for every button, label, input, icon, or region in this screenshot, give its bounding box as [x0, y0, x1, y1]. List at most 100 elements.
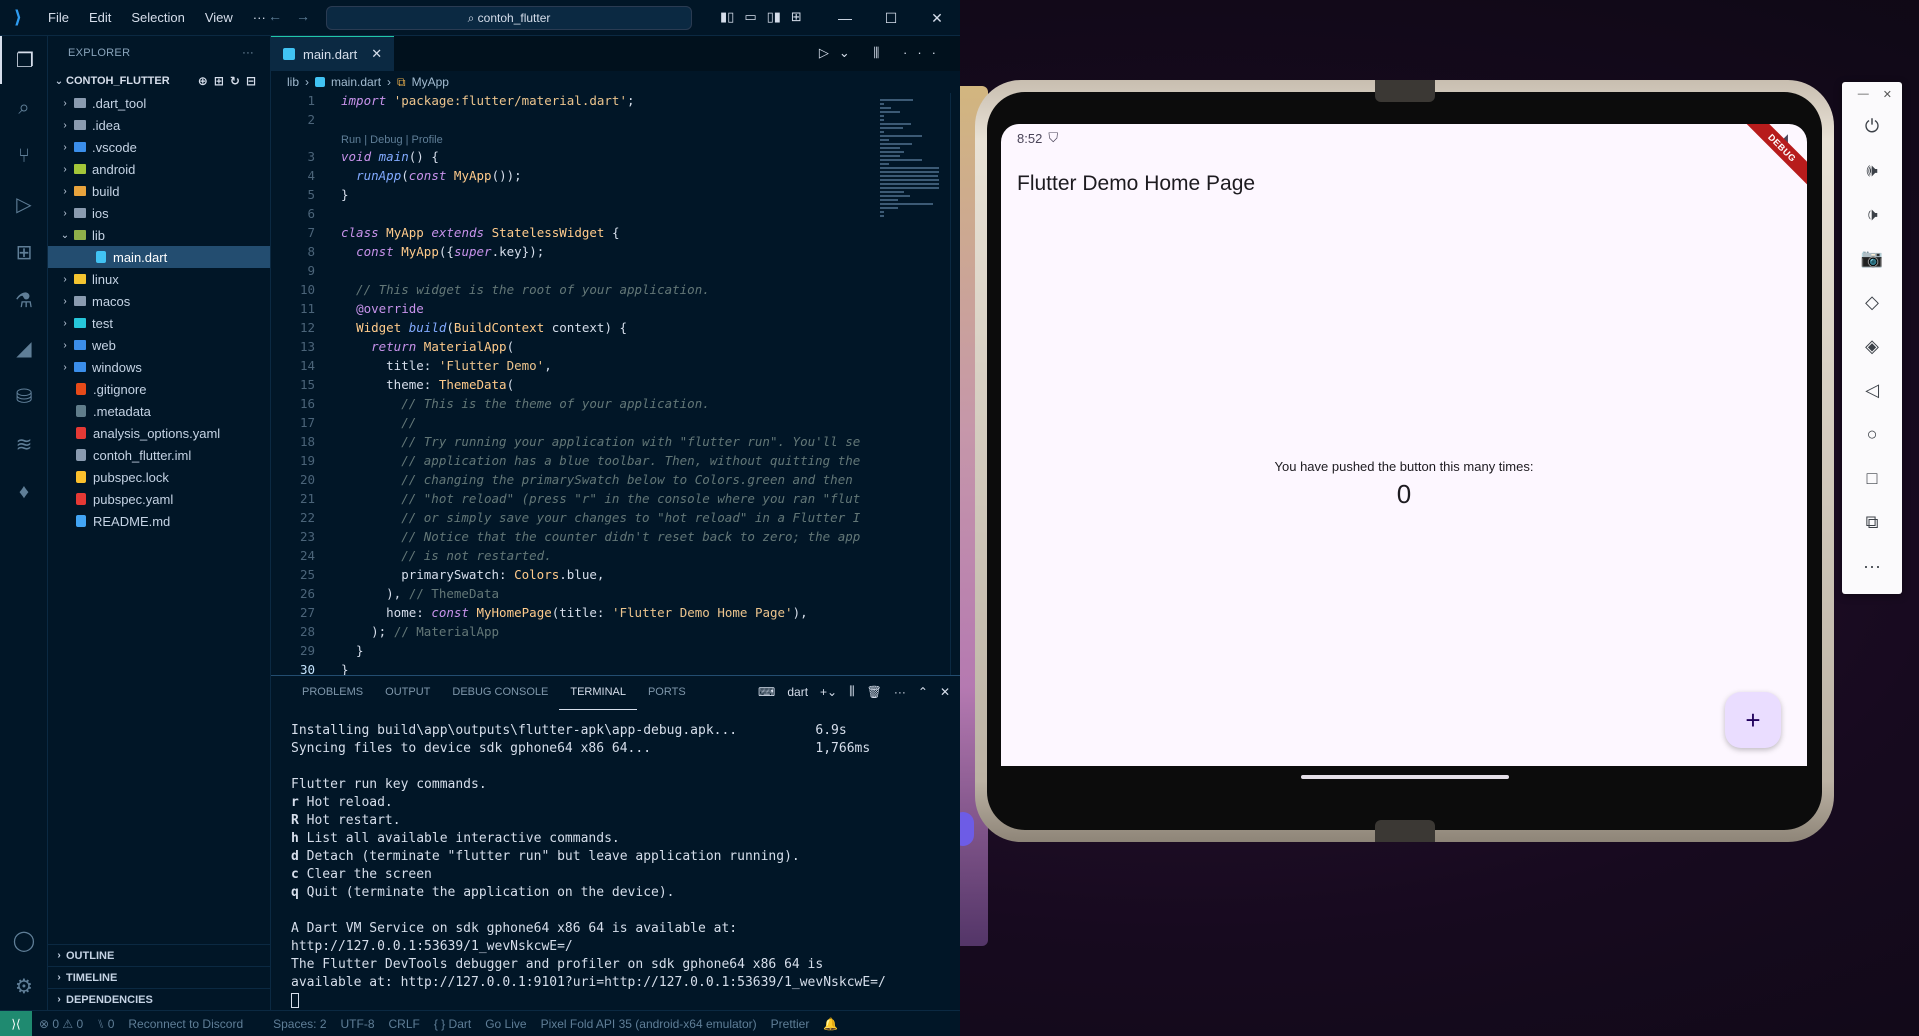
ports-count[interactable]: ⑊ 0 [90, 1017, 121, 1031]
project-root[interactable]: ⌄ CONTOH_FLUTTER ⊕⊞↻⊟ [48, 70, 270, 92]
code-line[interactable]: 5} [271, 187, 886, 206]
database-icon[interactable]: ⛁ [0, 372, 48, 420]
settings-gear-icon[interactable]: ⚙ [0, 962, 48, 1010]
layers-icon[interactable]: ≋ [0, 420, 48, 468]
home-icon[interactable]: ○ [1842, 412, 1902, 456]
code-line[interactable]: 9 [271, 263, 886, 282]
code-line[interactable]: 22 // or simply save your changes to "ho… [271, 510, 886, 529]
tree-file[interactable]: analysis_options.yaml [48, 422, 270, 444]
close-icon[interactable]: ✕ [1883, 88, 1892, 104]
go-live[interactable]: Go Live [478, 1017, 533, 1031]
customize-layout-icon[interactable]: ⊞ [791, 9, 802, 25]
terminal-output[interactable]: Installing build\app\outputs\flutter-apk… [291, 722, 941, 1010]
tree-folder[interactable]: › android [48, 158, 270, 180]
code-line[interactable]: 26 ), // ThemeData [271, 586, 886, 605]
tab-problems[interactable]: PROBLEMS [291, 676, 374, 709]
source-control-icon[interactable]: ⑂ [0, 132, 48, 180]
tree-file[interactable]: pubspec.lock [48, 466, 270, 488]
code-line[interactable]: 21 // "hot reload" (press "r" in the con… [271, 491, 886, 510]
code-line[interactable]: 23 // Notice that the counter didn't res… [271, 529, 886, 548]
code-line[interactable]: 28 ); // MaterialApp [271, 624, 886, 643]
code-editor[interactable]: 1 import 'package:flutter/material.dart';… [271, 93, 886, 675]
tree-folder[interactable]: › .vscode [48, 136, 270, 158]
code-line[interactable]: 24 // is not restarted. [271, 548, 886, 567]
encoding[interactable]: UTF-8 [334, 1017, 382, 1031]
nav-arrows[interactable]: ←→ [268, 8, 324, 24]
mongodb-leaf-icon[interactable]: ♦ [0, 468, 48, 516]
editor-actions[interactable]: ▷⌄ ⫼ ··· [819, 45, 946, 61]
testing-icon[interactable]: ⚗ [0, 276, 48, 324]
tree-folder[interactable]: ⌄ lib [48, 224, 270, 246]
increment-button[interactable]: + [1725, 692, 1781, 748]
code-line[interactable]: 12 Widget build(BuildContext context) { [271, 320, 886, 339]
code-line[interactable]: 8 const MyApp({super.key}); [271, 244, 886, 263]
tree-folder[interactable]: › linux [48, 268, 270, 290]
code-line[interactable]: 27 home: const MyHomePage(title: 'Flutte… [271, 605, 886, 624]
menu-file[interactable]: File [38, 0, 79, 36]
editor-scrollbar[interactable] [950, 93, 960, 675]
home-gesture-pill[interactable] [1301, 775, 1509, 779]
minimize-icon[interactable]: — [1858, 88, 1869, 104]
explorer-icon[interactable]: ❐ [0, 36, 48, 84]
remote-icon[interactable]: ⟩⟨ [0, 1010, 32, 1036]
code-line[interactable]: 30} [271, 662, 886, 675]
code-line[interactable]: 16 // This is the theme of your applicat… [271, 396, 886, 415]
terminal-name[interactable]: dart [787, 685, 808, 699]
tree-folder[interactable]: › build [48, 180, 270, 202]
maximize-icon[interactable]: ☐ [868, 0, 914, 36]
menu-selection[interactable]: Selection [121, 0, 194, 36]
tab-output[interactable]: OUTPUT [374, 676, 441, 709]
dependencies-section[interactable]: › DEPENDENCIES [48, 988, 271, 1010]
command-center[interactable]: ⌕ contoh_flutter [326, 6, 692, 30]
code-line[interactable]: 19 // application has a blue toolbar. Th… [271, 453, 886, 472]
search-icon[interactable]: ⌕ [0, 84, 48, 132]
code-line[interactable]: 7 class MyApp extends StatelessWidget { [271, 225, 886, 244]
problems-count[interactable]: ⊗ 0 ⚠ 0 [32, 1017, 90, 1031]
breadcrumb-file[interactable]: main.dart [331, 75, 381, 89]
close-icon[interactable]: ✕ [914, 0, 960, 36]
tree-folder[interactable]: › test [48, 312, 270, 334]
trash-icon[interactable]: 🗑 [867, 685, 882, 699]
volume-up-icon[interactable]: 🕪 [1842, 148, 1902, 192]
code-line[interactable]: 10 // This widget is the root of your ap… [271, 282, 886, 301]
menu-edit[interactable]: Edit [79, 0, 121, 36]
power-icon[interactable]: ⏻ [1842, 104, 1902, 148]
tab-main-dart[interactable]: main.dart ✕ [271, 36, 395, 71]
code-line[interactable]: 15 theme: ThemeData( [271, 377, 886, 396]
timeline-section[interactable]: › TIMELINE [48, 966, 271, 988]
tree-file[interactable]: contoh_flutter.iml [48, 444, 270, 466]
tree-folder[interactable]: › .dart_tool [48, 92, 270, 114]
close-panel-icon[interactable]: ✕ [940, 685, 950, 699]
toggle-panel-icon[interactable]: ▭ [744, 9, 756, 25]
tree-folder[interactable]: › .idea [48, 114, 270, 136]
code-line[interactable]: 3 void main() { [271, 149, 886, 168]
maximize-panel-icon[interactable]: ⌃ [918, 685, 928, 699]
code-line[interactable]: 20 // changing the primarySwatch below t… [271, 472, 886, 491]
fold-icon[interactable]: ⧉ [1842, 500, 1902, 544]
tree-file[interactable]: README.md [48, 510, 270, 532]
tree-folder[interactable]: › macos [48, 290, 270, 312]
codelens-run-debug[interactable]: Run | Debug | Profile [271, 131, 886, 149]
toggle-secondary-sidebar-icon[interactable]: ▯▮ [767, 9, 781, 25]
code-line[interactable]: 4 runApp(const MyApp()); [271, 168, 886, 187]
run-debug-icon[interactable]: ▷ [0, 180, 48, 228]
indentation[interactable]: Spaces: 2 [266, 1017, 333, 1031]
code-line[interactable]: 18 // Try running your application with … [271, 434, 886, 453]
tab-debug-console[interactable]: DEBUG CONSOLE [441, 676, 559, 709]
more-icon[interactable]: ··· [1842, 544, 1902, 588]
eol[interactable]: CRLF [382, 1017, 427, 1031]
code-line[interactable]: 2 [271, 112, 886, 131]
more-icon[interactable]: ··· [894, 685, 906, 699]
tree-file[interactable]: .metadata [48, 400, 270, 422]
tree-file[interactable]: main.dart [48, 246, 270, 268]
code-line[interactable]: 17 // [271, 415, 886, 434]
code-line[interactable]: 25 primarySwatch: Colors.blue, [271, 567, 886, 586]
split-terminal-icon[interactable]: ⫼ [849, 684, 855, 699]
overview-icon[interactable]: □ [1842, 456, 1902, 500]
tree-file[interactable]: pubspec.yaml [48, 488, 270, 510]
tree-folder[interactable]: › windows [48, 356, 270, 378]
code-line[interactable]: 29 } [271, 643, 886, 662]
camera-icon[interactable]: 📷 [1842, 236, 1902, 280]
breadcrumb-symbol[interactable]: MyApp [412, 75, 449, 89]
toggle-sidebar-icon[interactable]: ▮▯ [720, 9, 734, 25]
